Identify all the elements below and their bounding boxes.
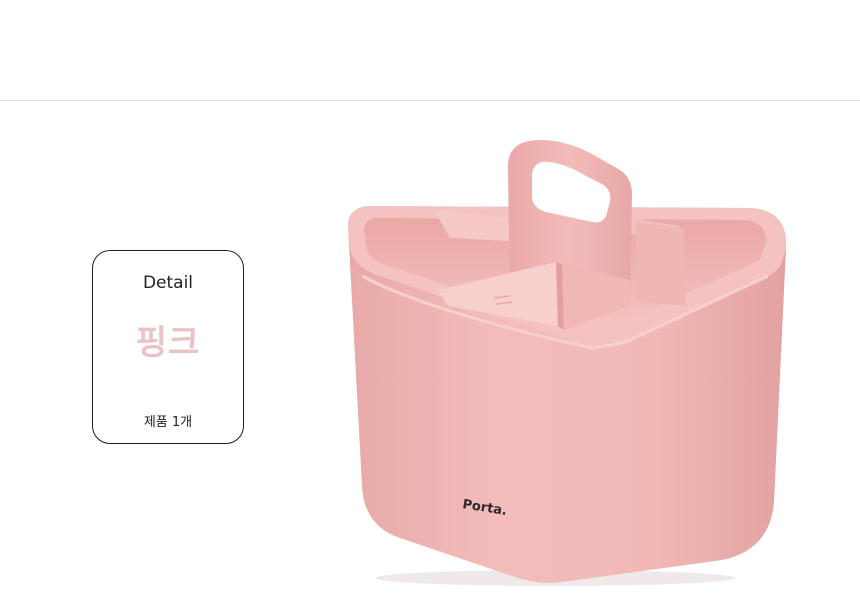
detail-title: Detail [142,273,194,293]
top-whitespace [0,0,860,100]
quantity-label: 제품 1개 [143,415,193,430]
color-name: 핑크 [135,323,201,363]
product-detail-page: Detail 핑크 제품 1개 Porta. [0,0,860,610]
divider-right-face [636,222,686,306]
detail-card: Detail 핑크 제품 1개 [92,250,244,444]
pink-caddy-organizer-image: Porta. [348,140,787,586]
product-image: Porta. [330,130,800,590]
